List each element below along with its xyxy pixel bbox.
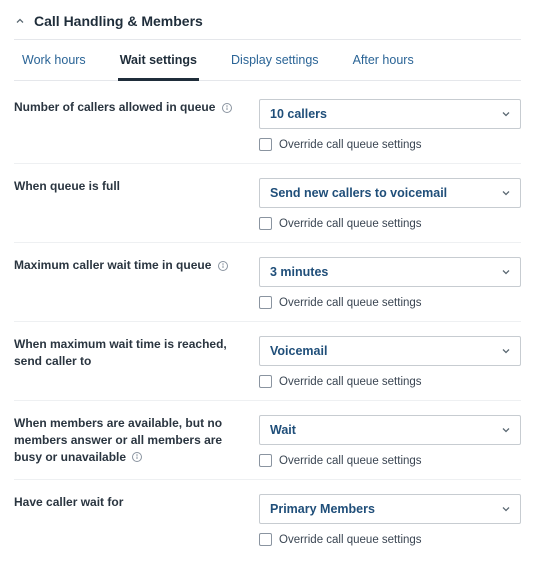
chevron-down-icon	[500, 503, 512, 515]
tab-wait-settings[interactable]: Wait settings	[118, 40, 199, 81]
panel-header[interactable]: Call Handling & Members	[14, 0, 521, 39]
checkbox[interactable]	[259, 138, 272, 151]
label-text: Have caller wait for	[14, 495, 123, 509]
control-col: 10 callers Override call queue settings	[259, 99, 521, 151]
select-caller-wait-for[interactable]: Primary Members	[259, 494, 521, 524]
override-caller-wait-for[interactable]: Override call queue settings	[259, 533, 521, 546]
tab-after-hours[interactable]: After hours	[351, 40, 416, 81]
checkbox[interactable]	[259, 296, 272, 309]
label-text: Number of callers allowed in queue	[14, 100, 215, 114]
call-handling-panel: Call Handling & Members Work hours Wait …	[0, 0, 535, 579]
select-queue-full[interactable]: Send new callers to voicemail	[259, 178, 521, 208]
settings-rows: Number of callers allowed in queue 10 ca…	[14, 81, 521, 558]
select-value: 3 minutes	[270, 265, 328, 279]
row-members-available: When members are available, but no membe…	[14, 401, 521, 480]
select-value: Send new callers to voicemail	[270, 186, 447, 200]
row-max-wait-time: Maximum caller wait time in queue 3 minu…	[14, 243, 521, 322]
label-callers-allowed: Number of callers allowed in queue	[14, 99, 259, 116]
row-queue-full: When queue is full Send new callers to v…	[14, 164, 521, 243]
override-label: Override call queue settings	[279, 534, 422, 546]
row-callers-allowed: Number of callers allowed in queue 10 ca…	[14, 85, 521, 164]
label-members-available: When members are available, but no membe…	[14, 415, 259, 465]
label-max-wait-time: Maximum caller wait time in queue	[14, 257, 259, 274]
chevron-down-icon	[500, 187, 512, 199]
override-label: Override call queue settings	[279, 218, 422, 230]
label-text: When maximum wait time is reached, send …	[14, 337, 227, 368]
collapse-icon	[14, 15, 26, 27]
info-icon[interactable]	[217, 260, 229, 272]
select-value: 10 callers	[270, 107, 327, 121]
row-wait-time-reached: When maximum wait time is reached, send …	[14, 322, 521, 401]
chevron-down-icon	[500, 108, 512, 120]
label-text: When queue is full	[14, 179, 120, 193]
control-col: Primary Members Override call queue sett…	[259, 494, 521, 546]
checkbox[interactable]	[259, 454, 272, 467]
control-col: Wait Override call queue settings	[259, 415, 521, 467]
checkbox[interactable]	[259, 217, 272, 230]
label-queue-full: When queue is full	[14, 178, 259, 195]
info-icon[interactable]	[131, 451, 143, 463]
checkbox[interactable]	[259, 375, 272, 388]
control-col: 3 minutes Override call queue settings	[259, 257, 521, 309]
override-label: Override call queue settings	[279, 455, 422, 467]
info-icon[interactable]	[221, 102, 233, 114]
override-label: Override call queue settings	[279, 297, 422, 309]
override-max-wait-time[interactable]: Override call queue settings	[259, 296, 521, 309]
override-members-available[interactable]: Override call queue settings	[259, 454, 521, 467]
select-value: Wait	[270, 423, 296, 437]
override-queue-full[interactable]: Override call queue settings	[259, 217, 521, 230]
select-members-available[interactable]: Wait	[259, 415, 521, 445]
override-wait-time-reached[interactable]: Override call queue settings	[259, 375, 521, 388]
row-caller-wait-for: Have caller wait for Primary Members Ove…	[14, 480, 521, 558]
panel-title: Call Handling & Members	[34, 13, 203, 29]
chevron-down-icon	[500, 266, 512, 278]
tab-display-settings[interactable]: Display settings	[229, 40, 321, 81]
select-value: Primary Members	[270, 502, 375, 516]
label-text: Maximum caller wait time in queue	[14, 258, 211, 272]
select-max-wait-time[interactable]: 3 minutes	[259, 257, 521, 287]
chevron-down-icon	[500, 424, 512, 436]
tab-work-hours[interactable]: Work hours	[20, 40, 88, 81]
select-value: Voicemail	[270, 344, 327, 358]
chevron-down-icon	[500, 345, 512, 357]
control-col: Send new callers to voicemail Override c…	[259, 178, 521, 230]
override-label: Override call queue settings	[279, 376, 422, 388]
label-wait-time-reached: When maximum wait time is reached, send …	[14, 336, 259, 370]
select-wait-time-reached[interactable]: Voicemail	[259, 336, 521, 366]
control-col: Voicemail Override call queue settings	[259, 336, 521, 388]
checkbox[interactable]	[259, 533, 272, 546]
label-caller-wait-for: Have caller wait for	[14, 494, 259, 511]
override-callers-allowed[interactable]: Override call queue settings	[259, 138, 521, 151]
select-callers-allowed[interactable]: 10 callers	[259, 99, 521, 129]
tab-bar: Work hours Wait settings Display setting…	[14, 39, 521, 81]
override-label: Override call queue settings	[279, 139, 422, 151]
label-text: When members are available, but no membe…	[14, 416, 222, 464]
